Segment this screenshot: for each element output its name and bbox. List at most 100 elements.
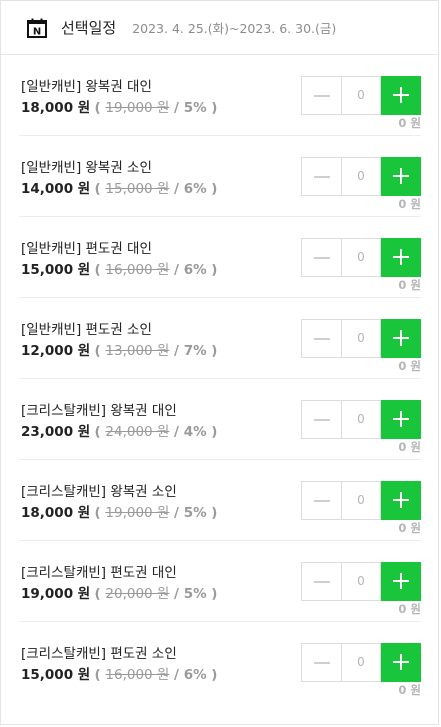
discount-rate: 5% bbox=[183, 100, 207, 116]
ticket-price: 15,000 원 ( 16,000 원 / 6% ) bbox=[21, 258, 217, 278]
schedule-date-range: 2023. 4. 25.(화)~2023. 6. 30.(금) bbox=[132, 21, 337, 36]
quantity-input[interactable]: 0 bbox=[341, 238, 381, 277]
discount-rate: 6% bbox=[183, 667, 207, 683]
ticket-subtotal: 0 원 bbox=[398, 521, 421, 535]
current-price: 18,000 원 bbox=[21, 505, 91, 521]
ticket-price: 15,000 원 ( 16,000 원 / 6% ) bbox=[21, 663, 217, 683]
quantity-stepper: 0 bbox=[301, 562, 421, 601]
quantity-input[interactable]: 0 bbox=[341, 481, 381, 520]
ticket-list: [일반캐빈] 왕복권 대인 18,000 원 ( 19,000 원 / 5% )… bbox=[1, 55, 438, 703]
ticket-subtotal: 0 원 bbox=[398, 197, 421, 211]
increase-quantity-button[interactable] bbox=[381, 562, 421, 601]
current-price: 18,000 원 bbox=[21, 100, 91, 116]
ticket-subtotal: 0 원 bbox=[398, 440, 421, 454]
ticket-option: [크리스탈캐빈] 왕복권 대인 23,000 원 ( 24,000 원 / 4%… bbox=[19, 379, 421, 460]
increase-quantity-button[interactable] bbox=[381, 157, 421, 196]
ticket-price: 23,000 원 ( 24,000 원 / 4% ) bbox=[21, 420, 217, 440]
ticket-option: [크리스탈캐빈] 편도권 대인 19,000 원 ( 20,000 원 / 5%… bbox=[19, 541, 421, 622]
increase-quantity-button[interactable] bbox=[381, 643, 421, 682]
quantity-input[interactable]: 0 bbox=[341, 643, 381, 682]
calendar-icon-letter: N bbox=[33, 26, 41, 37]
original-price: 16,000 원 bbox=[105, 667, 170, 683]
current-price: 23,000 원 bbox=[21, 424, 91, 440]
increase-quantity-button[interactable] bbox=[381, 238, 421, 277]
ticket-subtotal: 0 원 bbox=[398, 116, 421, 130]
price-discount-info: ( 16,000 원 / 6% ) bbox=[94, 667, 218, 683]
quantity-input[interactable]: 0 bbox=[341, 157, 381, 196]
price-discount-info: ( 24,000 원 / 4% ) bbox=[94, 424, 218, 440]
decrease-quantity-button[interactable] bbox=[301, 238, 341, 277]
quantity-input[interactable]: 0 bbox=[341, 400, 381, 439]
original-price: 15,000 원 bbox=[105, 181, 170, 197]
ticket-price: 19,000 원 ( 20,000 원 / 5% ) bbox=[21, 582, 217, 602]
current-price: 19,000 원 bbox=[21, 586, 91, 602]
discount-rate: 4% bbox=[183, 424, 207, 440]
discount-rate: 5% bbox=[183, 505, 207, 521]
increase-quantity-button[interactable] bbox=[381, 481, 421, 520]
ticket-option: [일반캐빈] 왕복권 소인 14,000 원 ( 15,000 원 / 6% )… bbox=[19, 136, 421, 217]
ticket-subtotal: 0 원 bbox=[398, 359, 421, 373]
original-price: 19,000 원 bbox=[105, 505, 170, 521]
decrease-quantity-button[interactable] bbox=[301, 400, 341, 439]
ticket-subtotal: 0 원 bbox=[398, 278, 421, 292]
discount-rate: 6% bbox=[183, 262, 207, 278]
current-price: 15,000 원 bbox=[21, 262, 91, 278]
ticket-price: 14,000 원 ( 15,000 원 / 6% ) bbox=[21, 177, 217, 197]
ticket-name: [크리스탈캐빈] 왕복권 대인 bbox=[21, 403, 177, 419]
ticket-price: 18,000 원 ( 19,000 원 / 5% ) bbox=[21, 501, 217, 521]
calendar-icon: N bbox=[27, 18, 47, 38]
quantity-stepper: 0 bbox=[301, 400, 421, 439]
quantity-stepper: 0 bbox=[301, 319, 421, 358]
ticket-option: [일반캐빈] 편도권 대인 15,000 원 ( 16,000 원 / 6% )… bbox=[19, 217, 421, 298]
decrease-quantity-button[interactable] bbox=[301, 76, 341, 115]
price-discount-info: ( 19,000 원 / 5% ) bbox=[94, 100, 218, 116]
quantity-input[interactable]: 0 bbox=[341, 562, 381, 601]
original-price: 24,000 원 bbox=[105, 424, 170, 440]
schedule-title: 선택일정 bbox=[61, 19, 117, 37]
discount-rate: 6% bbox=[183, 181, 207, 197]
ticket-name: [크리스탈캐빈] 편도권 소인 bbox=[21, 646, 177, 662]
quantity-stepper: 0 bbox=[301, 643, 421, 682]
current-price: 14,000 원 bbox=[21, 181, 91, 197]
original-price: 16,000 원 bbox=[105, 262, 170, 278]
decrease-quantity-button[interactable] bbox=[301, 319, 341, 358]
ticket-name: [크리스탈캐빈] 왕복권 소인 bbox=[21, 484, 177, 500]
quantity-stepper: 0 bbox=[301, 481, 421, 520]
increase-quantity-button[interactable] bbox=[381, 319, 421, 358]
original-price: 20,000 원 bbox=[105, 586, 170, 602]
quantity-stepper: 0 bbox=[301, 76, 421, 115]
price-discount-info: ( 13,000 원 / 7% ) bbox=[94, 343, 218, 359]
price-discount-info: ( 16,000 원 / 6% ) bbox=[94, 262, 218, 278]
discount-rate: 7% bbox=[183, 343, 207, 359]
decrease-quantity-button[interactable] bbox=[301, 643, 341, 682]
decrease-quantity-button[interactable] bbox=[301, 157, 341, 196]
ticket-option: [일반캐빈] 왕복권 대인 18,000 원 ( 19,000 원 / 5% )… bbox=[19, 55, 421, 136]
ticket-option: [일반캐빈] 편도권 소인 12,000 원 ( 13,000 원 / 7% )… bbox=[19, 298, 421, 379]
ticket-selection-panel: N 선택일정 2023. 4. 25.(화)~2023. 6. 30.(금) [… bbox=[0, 0, 439, 725]
price-discount-info: ( 15,000 원 / 6% ) bbox=[94, 181, 218, 197]
quantity-input[interactable]: 0 bbox=[341, 319, 381, 358]
quantity-stepper: 0 bbox=[301, 238, 421, 277]
ticket-name: [일반캐빈] 왕복권 대인 bbox=[21, 79, 152, 95]
increase-quantity-button[interactable] bbox=[381, 400, 421, 439]
quantity-stepper: 0 bbox=[301, 157, 421, 196]
price-discount-info: ( 20,000 원 / 5% ) bbox=[94, 586, 218, 602]
original-price: 19,000 원 bbox=[105, 100, 170, 116]
discount-rate: 5% bbox=[183, 586, 207, 602]
ticket-price: 18,000 원 ( 19,000 원 / 5% ) bbox=[21, 96, 217, 116]
current-price: 15,000 원 bbox=[21, 667, 91, 683]
ticket-name: [일반캐빈] 왕복권 소인 bbox=[21, 160, 152, 176]
ticket-name: [일반캐빈] 편도권 대인 bbox=[21, 241, 152, 257]
original-price: 13,000 원 bbox=[105, 343, 170, 359]
schedule-header: N 선택일정 2023. 4. 25.(화)~2023. 6. 30.(금) bbox=[1, 1, 438, 55]
ticket-name: [크리스탈캐빈] 편도권 대인 bbox=[21, 565, 177, 581]
ticket-option: [크리스탈캐빈] 왕복권 소인 18,000 원 ( 19,000 원 / 5%… bbox=[19, 460, 421, 541]
ticket-name: [일반캐빈] 편도권 소인 bbox=[21, 322, 152, 338]
increase-quantity-button[interactable] bbox=[381, 76, 421, 115]
ticket-subtotal: 0 원 bbox=[398, 683, 421, 697]
decrease-quantity-button[interactable] bbox=[301, 481, 341, 520]
ticket-option: [크리스탈캐빈] 편도권 소인 15,000 원 ( 16,000 원 / 6%… bbox=[19, 622, 421, 703]
decrease-quantity-button[interactable] bbox=[301, 562, 341, 601]
current-price: 12,000 원 bbox=[21, 343, 91, 359]
quantity-input[interactable]: 0 bbox=[341, 76, 381, 115]
